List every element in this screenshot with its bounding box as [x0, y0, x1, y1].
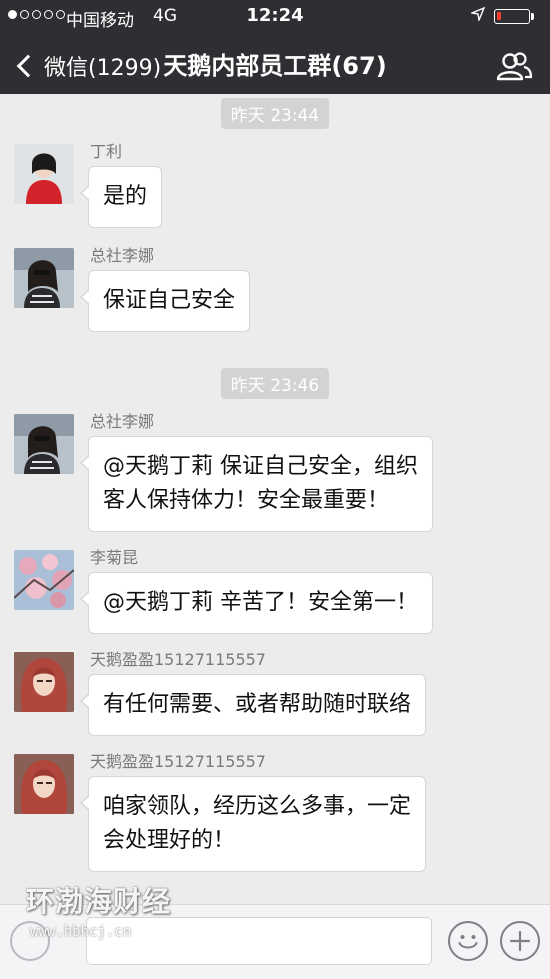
- voice-input-button[interactable]: [10, 921, 50, 961]
- message-text: 保证自己安全: [103, 288, 236, 313]
- sender-name: 总社李娜: [90, 412, 155, 431]
- emoji-button[interactable]: [448, 921, 488, 961]
- message-text: 会处理好的！: [103, 828, 236, 853]
- avatar[interactable]: [14, 414, 74, 474]
- chat-area[interactable]: 昨天 23:44 丁利 是的 总社李娜 保证自己安全 昨天 23:46 总社李娜…: [0, 94, 550, 904]
- message-bubble[interactable]: 保证自己安全: [79, 270, 251, 332]
- sender-name: 总社李娜: [90, 246, 155, 265]
- battery-tip: [531, 13, 534, 20]
- message-input[interactable]: [86, 917, 432, 965]
- sender-name: 天鹅盈盈15127115557: [90, 650, 266, 669]
- message-text: @天鹅丁莉 辛苦了！安全第一！: [103, 590, 418, 615]
- avatar[interactable]: [14, 248, 74, 308]
- back-button[interactable]: 微信(1299): [12, 46, 161, 86]
- message-bubble[interactable]: 有任何需要、或者帮助随时联络: [79, 674, 427, 736]
- input-bar: [0, 904, 550, 979]
- message-text: 咱家领队，经历这么多事，一定: [103, 794, 412, 819]
- timestamp: 昨天 23:46: [0, 368, 550, 399]
- message-text: 客人保持体力！安全最重要！: [103, 488, 390, 513]
- timestamp: 昨天 23:44: [0, 98, 550, 129]
- avatar[interactable]: [14, 550, 74, 610]
- nav-bar: 微信(1299) 天鹅内部员工群(67): [0, 40, 550, 90]
- plus-icon: [509, 930, 531, 952]
- message-bubble[interactable]: 咱家领队，经历这么多事，一定 会处理好的！: [79, 776, 427, 872]
- chevron-left-icon: [16, 54, 40, 78]
- avatar[interactable]: [14, 754, 74, 814]
- message-bubble[interactable]: @天鹅丁莉 辛苦了！安全第一！: [80, 572, 433, 634]
- location-arrow-icon: [469, 6, 486, 25]
- sender-name: 天鹅盈盈15127115557: [90, 752, 266, 771]
- status-bar: 中国移动 4G 12:24: [0, 0, 550, 34]
- avatar[interactable]: [14, 652, 74, 712]
- message-bubble[interactable]: 是的: [79, 166, 163, 228]
- group-members-button[interactable]: [494, 50, 534, 84]
- message-text: 是的: [103, 184, 148, 209]
- message-text: @天鹅丁莉 保证自己安全，组织: [103, 454, 418, 479]
- battery-icon: [494, 9, 530, 24]
- more-button[interactable]: [500, 921, 540, 961]
- avatar[interactable]: [14, 144, 74, 204]
- status-time: 12:24: [246, 5, 304, 26]
- sender-name: 李菊昆: [90, 548, 139, 567]
- sender-name: 丁利: [90, 142, 123, 161]
- message-bubble[interactable]: @天鹅丁莉 保证自己安全，组织 客人保持体力！安全最重要！: [80, 436, 433, 532]
- emoji-icon: [458, 935, 478, 949]
- group-members-icon: [496, 52, 533, 81]
- message-text: 有任何需要、或者帮助随时联络: [103, 692, 412, 717]
- back-label: 微信(1299): [44, 56, 162, 81]
- top-bar: 中国移动 4G 12:24 微信(1299) 天鹅内部员工群(67): [0, 0, 550, 94]
